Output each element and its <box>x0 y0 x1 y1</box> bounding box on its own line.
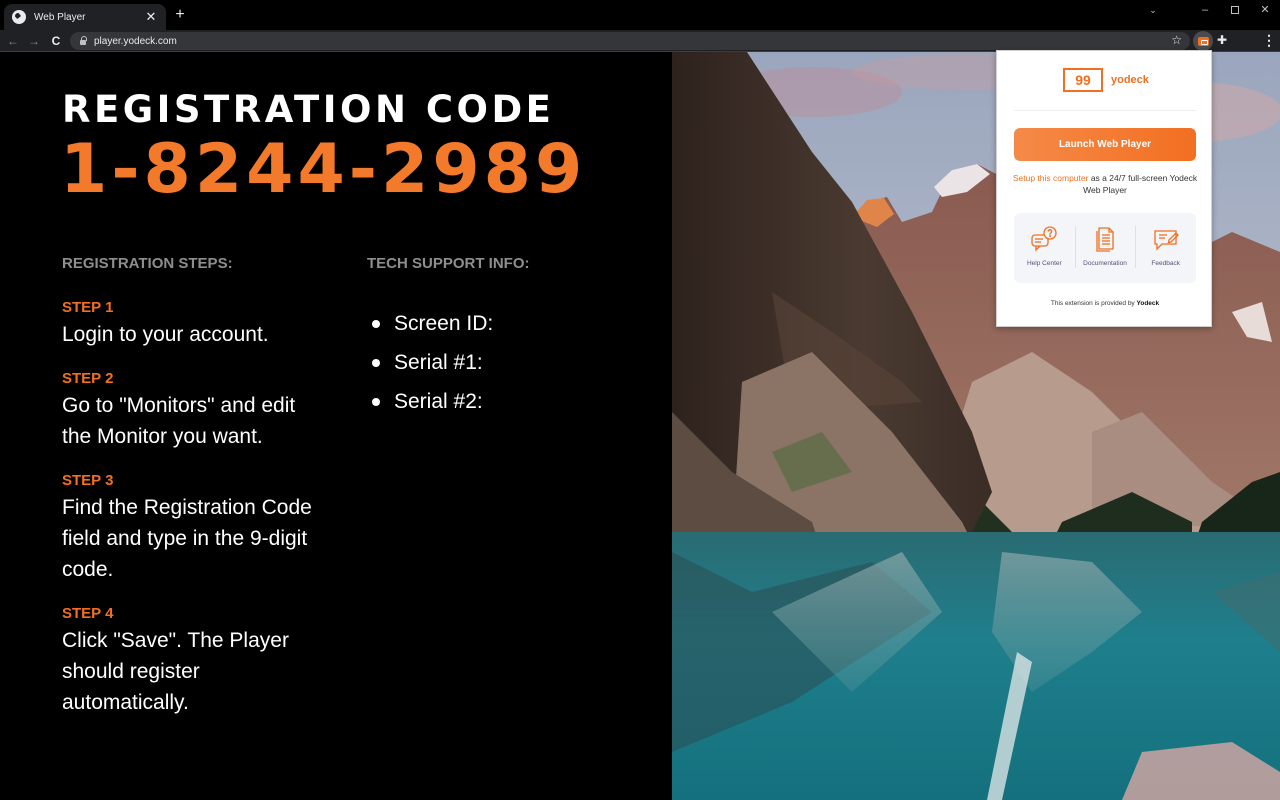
support-item: Screen ID: <box>372 304 493 343</box>
support-item-label: Serial #1: <box>394 351 483 374</box>
divider <box>1014 110 1196 111</box>
maximize-button[interactable] <box>1220 0 1250 22</box>
support-heading: TECH SUPPORT INFO: <box>367 255 530 272</box>
steps-heading: REGISTRATION STEPS: <box>62 255 233 272</box>
browser-menu-icon[interactable]: ⋮ <box>1262 32 1276 49</box>
support-item: Serial #1: <box>372 343 493 382</box>
step-item: STEP 1 Login to your account. <box>62 297 322 350</box>
resource-links: Help Center Documentation Feedback <box>1014 213 1196 283</box>
step-item: STEP 3 Find the Registration Code field … <box>62 470 322 585</box>
step-item: STEP 2 Go to "Monitors" and edit the Mon… <box>62 368 322 452</box>
registration-steps: STEP 1 Login to your account. STEP 2 Go … <box>62 297 322 736</box>
step-text: Login to your account. <box>62 323 269 346</box>
yodeck-extension-button[interactable] <box>1193 31 1213 51</box>
provided-by-text: This extension is provided by <box>1050 300 1137 307</box>
yodeck-brand-text: yodeck <box>1111 74 1149 86</box>
support-item-label: Screen ID: <box>394 312 494 335</box>
forward-button[interactable]: → <box>26 32 42 50</box>
close-window-button[interactable]: ✕ <box>1250 0 1280 22</box>
reload-button[interactable]: C <box>48 32 64 50</box>
step-item: STEP 4 Click "Save". The Player should r… <box>62 603 322 718</box>
maximize-icon <box>1231 6 1239 15</box>
yodeck-extension-icon <box>1197 36 1209 46</box>
bullet-icon <box>372 319 380 328</box>
provided-by-footer: This extension is provided by Yodeck <box>997 300 1213 307</box>
address-bar[interactable]: player.yodeck.com ☆ <box>70 32 1190 50</box>
support-item: Serial #2: <box>372 382 493 421</box>
launch-web-player-button[interactable]: Launch Web Player <box>1014 128 1196 161</box>
close-tab-icon[interactable]: ✕ <box>144 9 158 25</box>
setup-computer-link[interactable]: Setup this computer <box>1013 173 1089 183</box>
step-text: Find the Registration Code field and typ… <box>62 496 312 581</box>
documentation-label: Documentation <box>1083 260 1127 267</box>
tab-title: Web Player <box>34 11 86 23</box>
step-text: Click "Save". The Player should register… <box>62 629 289 714</box>
bullet-icon <box>372 397 380 406</box>
bullet-icon <box>372 358 380 367</box>
registration-panel: REGISTRATION CODE 1-8244-2989 REGISTRATI… <box>0 52 672 800</box>
help-center-link[interactable]: Help Center <box>1014 213 1075 283</box>
window-controls: ⌄ – ✕ <box>1138 0 1280 22</box>
step-label: STEP 1 <box>62 299 114 316</box>
bookmark-star-icon[interactable]: ☆ <box>1171 33 1182 47</box>
support-item-label: Serial #2: <box>394 390 483 413</box>
step-label: STEP 2 <box>62 370 114 387</box>
step-label: STEP 4 <box>62 605 114 622</box>
help-center-label: Help Center <box>1026 260 1062 267</box>
step-label: STEP 3 <box>62 472 114 489</box>
setup-description-text: as a 24/7 full-screen Yodeck Web Player <box>1083 173 1198 195</box>
lock-icon <box>80 36 87 45</box>
document-icon <box>1096 227 1114 252</box>
extensions-puzzle-icon[interactable]: ✚ <box>1217 33 1227 47</box>
support-info-list: Screen ID: Serial #1: Serial #2: <box>372 304 493 421</box>
help-chat-icon <box>1031 226 1057 252</box>
registration-title: REGISTRATION CODE <box>62 88 555 131</box>
feedback-link[interactable]: Feedback <box>1135 213 1196 283</box>
tab-web-player[interactable]: Web Player ✕ <box>4 4 166 30</box>
documentation-link[interactable]: Documentation <box>1074 213 1136 283</box>
setup-description: Setup this computer as a 24/7 full-scree… <box>1007 172 1203 196</box>
feedback-icon <box>1154 230 1179 251</box>
registration-code: 1-8244-2989 <box>60 130 587 209</box>
new-tab-button[interactable]: + <box>172 6 188 24</box>
browser-toolbar: ← → C player.yodeck.com ☆ ✚ ⋮ <box>0 30 1280 52</box>
tab-search-chevron-icon[interactable]: ⌄ <box>1138 0 1168 22</box>
browser-titlebar: Web Player ✕ + ⌄ – ✕ <box>0 0 1280 30</box>
back-button[interactable]: ← <box>5 32 21 50</box>
yodeck-extension-popup: 99 yodeck Launch Web Player Setup this c… <box>996 50 1212 327</box>
provided-by-brand: Yodeck <box>1136 300 1160 307</box>
url-text: player.yodeck.com <box>94 35 177 47</box>
globe-icon <box>12 10 26 24</box>
minimize-button[interactable]: – <box>1190 0 1220 22</box>
step-text: Go to "Monitors" and edit the Monitor yo… <box>62 394 296 448</box>
yodeck-logo-icon: 99 <box>1063 68 1103 92</box>
yodeck-logo: 99 yodeck <box>1063 68 1149 92</box>
feedback-label: Feedback <box>1151 260 1180 267</box>
